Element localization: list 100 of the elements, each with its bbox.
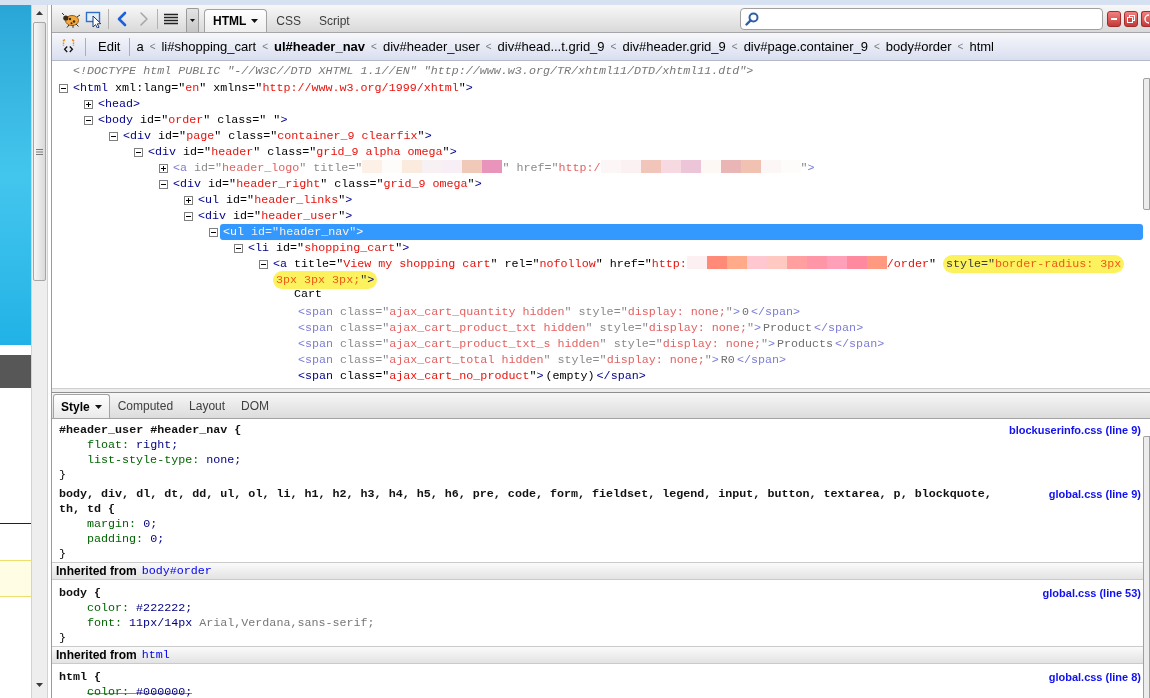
breadcrumb-separator: <	[957, 40, 964, 54]
markup-line[interactable]: <div id="header_right" class="grid_9 omega">	[173, 176, 482, 192]
markup-line[interactable]: <span class="ajax_cart_quantity hidden" style="display: none;"> 0 </span>	[298, 304, 800, 320]
inherited-label: Inherited from	[56, 563, 137, 579]
collapse-toggle-icon[interactable]	[259, 259, 268, 269]
scrollbar-thumb[interactable]	[1143, 436, 1150, 698]
code-brackets-icon[interactable]	[61, 39, 76, 54]
breadcrumb-item[interactable]: body#order	[885, 36, 952, 57]
closing-brace: }	[59, 547, 66, 561]
doctype-declaration: <!DOCTYPE html PUBLIC "-//W3C//DTD XHTML 1.1//EN" "http://www.w3.org/TR/xhtml11/DTD/xhtml11.dtd">	[73, 64, 754, 78]
markup-line[interactable]: <span class="ajax_cart_product_txt_s hidden" style="display: none;"> Products </span>	[298, 336, 885, 352]
down-arrow-icon	[36, 683, 43, 687]
element-link[interactable]: body#order	[141, 563, 212, 579]
markup-line[interactable]: <span class="ajax_cart_total hidden" style="display: none;"> R0 </span>	[298, 352, 786, 368]
inherited-label: Inherited from	[56, 647, 137, 663]
panel-tab[interactable]: Style	[53, 394, 110, 418]
restore-icon	[1127, 14, 1135, 23]
panel-tab[interactable]: HTML	[204, 9, 268, 32]
expand-toggle-icon[interactable]	[84, 99, 93, 109]
markup-line[interactable]: <span class="ajax_cart_no_product"> (empty) </span>	[298, 368, 646, 384]
notice-box	[0, 560, 31, 597]
source-link[interactable]: blockuserinfo.css (line 9)	[1008, 424, 1141, 436]
scrollbar-thumb[interactable]	[33, 22, 46, 281]
restore-button[interactable]	[1124, 10, 1138, 27]
css-property[interactable]: font: 11px/14px Arial,Verdana,sans-serif;	[87, 616, 375, 631]
banner-bar	[0, 355, 31, 388]
up-arrow-icon	[36, 11, 43, 15]
markup-line[interactable]: <li id="shopping_cart">	[248, 240, 410, 256]
dropdown-button[interactable]	[186, 8, 199, 32]
edit-button[interactable]: Edit	[98, 36, 121, 57]
scrollbar-thumb[interactable]	[1143, 78, 1150, 210]
collapse-toggle-icon[interactable]	[134, 147, 143, 157]
source-link[interactable]: global.css (line 8)	[1048, 671, 1141, 683]
breadcrumb-separator: <	[262, 40, 268, 54]
css-property[interactable]: float: right;	[87, 438, 179, 453]
close-button[interactable]	[1141, 10, 1150, 27]
breadcrumb-item[interactable]: ul#header_nav	[274, 36, 366, 57]
css-property[interactable]: color: #222222;	[87, 601, 193, 616]
markup-line[interactable]: <html xml:lang="en" xmlns="http://www.w3.org/1999/xhtml">	[73, 80, 473, 96]
markup-line[interactable]: <ul id="header_links">	[198, 192, 353, 208]
css-property[interactable]: color: #000000;	[87, 685, 193, 698]
closing-brace: }	[59, 631, 66, 645]
panel-tab[interactable]: CSS	[267, 9, 310, 32]
css-selector[interactable]: body {	[59, 586, 102, 601]
breadcrumb-item[interactable]: div#header.grid_9	[622, 36, 726, 57]
breadcrumb-separator: <	[371, 40, 377, 54]
element-link[interactable]: html	[141, 647, 170, 663]
collapse-toggle-icon[interactable]	[234, 243, 243, 253]
caret-icon	[251, 19, 259, 23]
panel-tab[interactable]: DOM	[233, 394, 278, 418]
breadcrumb-item[interactable]: div#header_user	[382, 36, 480, 57]
grip-icon	[36, 148, 43, 155]
closing-brace: }	[59, 468, 66, 482]
expand-toggle-icon[interactable]	[184, 195, 193, 205]
collapse-toggle-icon[interactable]	[59, 83, 68, 93]
minimize-button[interactable]	[1107, 10, 1121, 27]
breadcrumb-separator: <	[485, 40, 492, 54]
collapse-toggle-icon[interactable]	[84, 115, 93, 125]
source-link[interactable]: global.css (line 53)	[1042, 587, 1141, 599]
breadcrumb-item[interactable]: div#head...t.grid_9	[497, 36, 605, 57]
text-node[interactable]: Cart	[294, 287, 323, 301]
minimize-icon	[1111, 17, 1117, 20]
collapse-toggle-icon[interactable]	[159, 179, 168, 189]
collapse-toggle-icon[interactable]	[184, 211, 193, 221]
css-property[interactable]: padding: 0;	[87, 532, 165, 547]
markup-line[interactable]: <div id="header" class="grid_9 alpha omega">	[148, 144, 457, 160]
panel-tab[interactable]: Computed	[109, 394, 182, 418]
caret-icon	[190, 19, 195, 22]
source-link[interactable]: global.css (line 9)	[1048, 488, 1141, 500]
ring-icon	[1144, 13, 1149, 24]
search-field[interactable]	[740, 7, 1103, 30]
markup-line[interactable]: <div id="header_user">	[198, 208, 353, 224]
breadcrumb-item[interactable]: li#shopping_cart	[161, 36, 257, 57]
breadcrumb-separator: <	[731, 40, 738, 54]
css-selector[interactable]: html {	[59, 670, 102, 685]
css-selector[interactable]: #header_user #header_nav {	[59, 423, 242, 438]
back-icon[interactable]	[116, 10, 128, 27]
markup-line[interactable]: <span class="ajax_cart_product_txt hidden" style="display: none;"> Product </span>	[298, 320, 864, 336]
breadcrumb-item[interactable]: html	[969, 36, 994, 57]
caret-icon	[94, 404, 102, 409]
panel-tab[interactable]: Layout	[181, 394, 234, 418]
breadcrumb-separator: <	[610, 40, 617, 54]
breadcrumb-item[interactable]: a	[136, 36, 144, 57]
inspect-cursor-icon[interactable]	[85, 9, 103, 28]
search-icon	[745, 11, 759, 26]
css-property[interactable]: margin: 0;	[87, 517, 158, 532]
breadcrumb-separator: <	[149, 40, 156, 54]
expand-toggle-icon[interactable]	[159, 163, 168, 173]
css-property[interactable]: list-style-type: none;	[87, 453, 242, 468]
markup-line[interactable]: <a id="header_logo" title=" " href="http:/ ">	[173, 160, 815, 176]
breadcrumb-separator: <	[873, 40, 880, 54]
collapse-toggle-icon[interactable]	[209, 227, 218, 237]
collapse-toggle-icon[interactable]	[109, 131, 118, 141]
css-selector[interactable]: body, div, dl, dt, dd, ul, ol, li, h1, h2, h3, h4, h5, h6, pre, code, form, fieldset, legend, input, button, textarea, p, blockquote, th, td {	[59, 487, 1001, 517]
panel-tab[interactable]: Script	[310, 9, 359, 32]
menu-icon[interactable]	[163, 12, 179, 25]
breadcrumb-item[interactable]: div#page.container_9	[743, 36, 868, 57]
markup-line[interactable]: <head>	[98, 96, 141, 112]
markup-line[interactable]: <body id="order" class=" ">	[98, 112, 288, 128]
markup-line[interactable]: <div id="page" class="container_9 clearfix">	[123, 128, 432, 144]
